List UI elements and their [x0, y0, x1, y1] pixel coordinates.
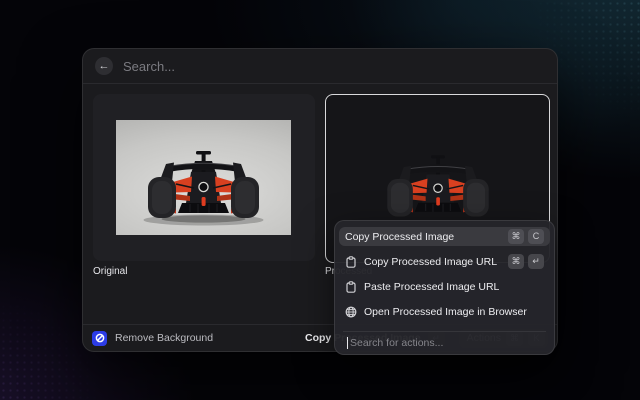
- original-image-panel[interactable]: [93, 94, 315, 261]
- command-key: ⌘: [508, 254, 524, 269]
- menu-item-label: Paste Processed Image URL: [364, 281, 544, 293]
- back-button[interactable]: ←: [95, 57, 113, 75]
- return-key: ↵: [528, 254, 544, 269]
- actions-menu: Copy Processed Image ⌘ C Copy Processed …: [334, 220, 555, 355]
- menu-item-copy-processed-image-url[interactable]: Copy Processed Image URL ⌘ ↵: [339, 252, 550, 271]
- shortcut-keys: ⌘ ↵: [508, 254, 544, 269]
- command-key: ⌘: [508, 229, 524, 244]
- f1-car-cutout: [358, 127, 518, 232]
- shortcut-keys: ⌘ C: [508, 229, 544, 244]
- text-cursor: [347, 337, 348, 349]
- menu-item-label: Copy Processed Image URL: [364, 256, 501, 268]
- menu-item-open-processed-image-in-browser[interactable]: Open Processed Image in Browser: [339, 302, 550, 321]
- original-image: [116, 120, 291, 235]
- search-input[interactable]: Search...: [123, 59, 175, 74]
- f1-car-photo: [116, 120, 291, 235]
- menu-item-paste-processed-image-url[interactable]: Paste Processed Image URL: [339, 277, 550, 296]
- menu-item-copy-processed-image[interactable]: Copy Processed Image ⌘ C: [339, 227, 550, 246]
- globe-icon: [345, 306, 357, 318]
- search-header: ← Search...: [83, 49, 557, 84]
- processed-image: [358, 127, 518, 232]
- clipboard-icon: [345, 256, 357, 268]
- c-key: C: [528, 229, 544, 244]
- app-name: Remove Background: [115, 332, 297, 344]
- raycast-window: ← Search... Original Processed: [82, 48, 558, 352]
- remove-background-icon: [92, 331, 107, 346]
- menu-item-label: Open Processed Image in Browser: [364, 306, 544, 318]
- original-label: Original: [93, 266, 127, 277]
- arrow-left-icon: ←: [99, 60, 110, 72]
- actions-search-input[interactable]: Search for actions...: [339, 332, 550, 354]
- menu-item-label: Copy Processed Image: [345, 231, 501, 243]
- preview-area: Original Processed Copy Processed Image …: [83, 84, 557, 324]
- clipboard-icon: [345, 281, 357, 293]
- actions-search-placeholder: Search for actions...: [350, 337, 443, 349]
- desktop-background: { "search": { "placeholder": "Search..."…: [0, 0, 640, 400]
